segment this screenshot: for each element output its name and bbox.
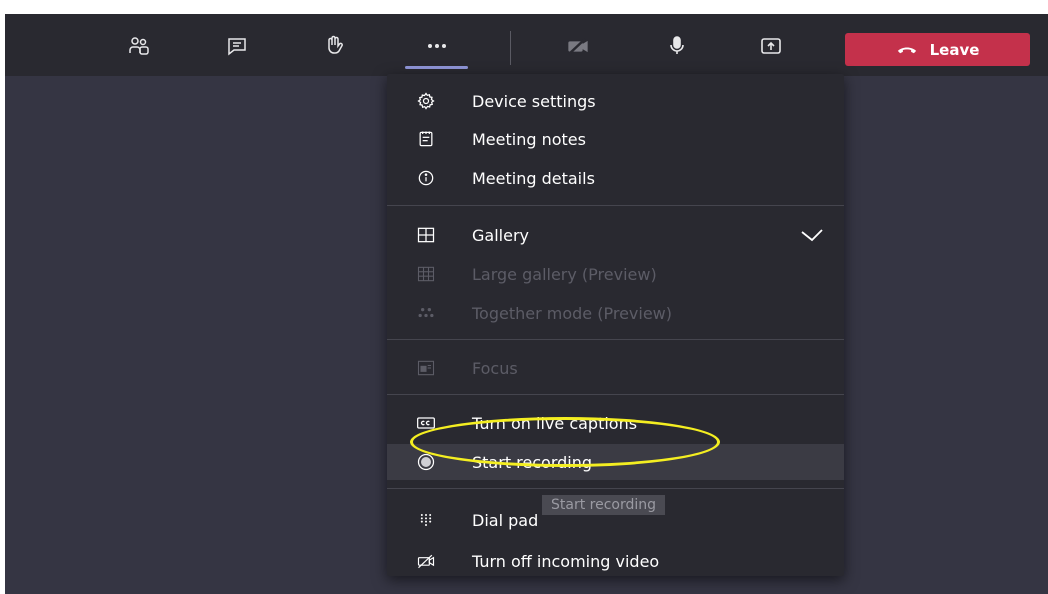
together-mode-icon [415, 302, 437, 324]
meeting-window: Leave Device settings Meeting notes Meet… [5, 14, 1048, 594]
chat-button[interactable] [220, 31, 254, 61]
menu-item-label: Meeting details [472, 168, 595, 188]
gallery-icon [415, 224, 437, 246]
menu-item-label: Large gallery (Preview) [472, 264, 657, 284]
menu-separator [387, 205, 844, 206]
gear-icon [415, 90, 437, 112]
leave-label: Leave [929, 40, 980, 59]
focus-icon [415, 357, 437, 379]
menu-item-live-captions[interactable]: Turn on live captions [387, 405, 844, 441]
menu-separator [387, 339, 844, 340]
captions-icon [415, 412, 437, 434]
menu-item-label: Gallery [472, 225, 529, 245]
menu-item-device-settings[interactable]: Device settings [387, 83, 844, 119]
leave-button[interactable]: Leave [845, 33, 1030, 66]
menu-item-meeting-details[interactable]: Meeting details [387, 160, 844, 196]
chat-icon [228, 38, 246, 56]
microphone-button[interactable] [660, 31, 694, 61]
start-recording-tooltip: Start recording [542, 495, 666, 515]
camera-button[interactable] [561, 31, 595, 61]
menu-item-label: Focus [472, 358, 518, 378]
record-icon [415, 451, 437, 473]
menu-item-start-recording[interactable]: Start recording [387, 444, 844, 480]
menu-item-label: Turn on live captions [472, 413, 638, 433]
participants-button[interactable] [122, 31, 156, 61]
menu-item-together-mode: Together mode (Preview) [387, 295, 844, 331]
menu-item-label: Meeting notes [472, 129, 586, 149]
menu-item-meeting-notes[interactable]: Meeting notes [387, 121, 844, 157]
raise-hand-button[interactable] [317, 31, 351, 61]
share-button[interactable] [754, 31, 788, 61]
large-gallery-icon [415, 263, 437, 285]
menu-item-focus: Focus [387, 350, 844, 386]
notes-icon [415, 128, 437, 150]
menu-item-turn-off-incoming-video[interactable]: Turn off incoming video [387, 543, 844, 579]
menu-separator [387, 394, 844, 395]
menu-item-gallery[interactable]: Gallery [387, 217, 844, 253]
menu-item-large-gallery: Large gallery (Preview) [387, 256, 844, 292]
meeting-toolbar: Leave [5, 14, 1048, 76]
microphone-icon [670, 36, 684, 54]
hand-icon [328, 35, 343, 54]
menu-item-label: Start recording [472, 452, 593, 472]
toolbar-divider [510, 31, 511, 65]
menu-item-label: Device settings [472, 91, 596, 111]
more-icon [428, 44, 446, 48]
hang-up-icon [897, 46, 916, 53]
more-actions-active-indicator [405, 66, 468, 69]
checkmark-icon [801, 229, 823, 242]
menu-separator [387, 488, 844, 489]
camera-off-icon [568, 38, 588, 55]
menu-item-label: Together mode (Preview) [472, 303, 672, 323]
more-actions-button[interactable] [420, 31, 454, 61]
dialpad-icon [415, 509, 437, 531]
menu-item-label: Dial pad [472, 510, 539, 530]
video-off-icon [415, 550, 437, 572]
info-icon [415, 167, 437, 189]
people-icon [129, 37, 149, 55]
menu-item-label: Turn off incoming video [472, 551, 660, 571]
share-tray-icon [761, 38, 781, 54]
